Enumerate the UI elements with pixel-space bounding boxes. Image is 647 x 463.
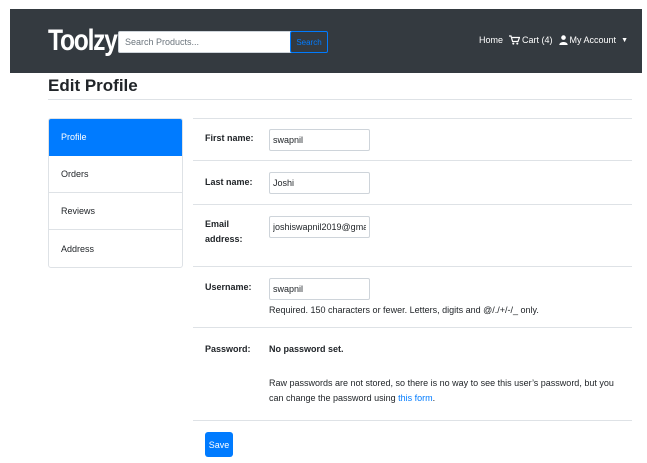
password-label: Password: bbox=[205, 344, 251, 354]
search-input[interactable] bbox=[118, 31, 296, 53]
user-icon bbox=[558, 35, 568, 45]
nav-cart-link[interactable]: Cart (4) bbox=[509, 35, 553, 45]
nav-account-label: My Account bbox=[569, 35, 617, 45]
sidebar-item-orders[interactable]: Orders bbox=[49, 156, 182, 193]
nav-account-dropdown[interactable]: My Account ▼ bbox=[558, 35, 628, 45]
last-name-row: Last name: bbox=[193, 160, 632, 204]
first-name-row: First name: bbox=[193, 118, 632, 160]
save-button[interactable]: Save bbox=[205, 432, 233, 457]
email-row: Email address: bbox=[193, 204, 632, 266]
sidebar-item-label: Orders bbox=[61, 169, 89, 179]
password-info-text: Raw passwords are not stored, so there i… bbox=[269, 378, 614, 403]
last-name-label: Last name: bbox=[205, 177, 253, 187]
nav-cart-label: Cart (4) bbox=[522, 35, 553, 45]
nav-home-label: Home bbox=[479, 35, 504, 45]
change-password-link[interactable]: this form bbox=[398, 393, 433, 403]
chevron-down-icon: ▼ bbox=[621, 36, 628, 44]
password-status: No password set. bbox=[269, 344, 344, 354]
search-button[interactable]: Search bbox=[290, 31, 328, 53]
username-row: Username: Required. 150 characters or fe… bbox=[193, 266, 632, 327]
password-info-end: . bbox=[432, 393, 436, 403]
username-help-text: Required. 150 characters or fewer. Lette… bbox=[269, 305, 539, 315]
last-name-field[interactable] bbox=[269, 172, 370, 194]
cart-icon bbox=[509, 35, 521, 45]
page-title: Edit Profile bbox=[48, 76, 138, 95]
form-bottom-divider bbox=[193, 420, 632, 421]
nav-home-link[interactable]: Home bbox=[479, 35, 503, 45]
nav-links: Home Cart (4) My Account ▼ bbox=[479, 35, 628, 45]
sidebar-item-label: Reviews bbox=[61, 206, 96, 216]
email-field[interactable] bbox=[269, 216, 370, 238]
password-info: Raw passwords are not stored, so there i… bbox=[269, 376, 629, 406]
username-field[interactable] bbox=[269, 278, 370, 300]
title-divider bbox=[48, 99, 632, 100]
sidebar-item-label: Profile bbox=[61, 132, 87, 142]
profile-sidebar: Profile Orders Reviews Address bbox=[48, 118, 183, 268]
brand-logo[interactable]: Toolzy bbox=[48, 25, 118, 57]
first-name-label: First name: bbox=[205, 133, 254, 143]
email-label-line1: Email bbox=[205, 219, 230, 229]
password-row: Password: No password set. Raw passwords… bbox=[193, 327, 632, 420]
username-label: Username: bbox=[205, 282, 252, 292]
sidebar-item-profile[interactable]: Profile bbox=[49, 119, 182, 156]
email-label-line2: address: bbox=[205, 234, 243, 244]
first-name-field[interactable] bbox=[269, 129, 370, 151]
sidebar-item-reviews[interactable]: Reviews bbox=[49, 193, 182, 230]
sidebar-item-address[interactable]: Address bbox=[49, 230, 182, 267]
sidebar-item-label: Address bbox=[61, 243, 95, 254]
top-navbar: Toolzy Search Home Cart (4) My Account ▼ bbox=[10, 9, 642, 73]
email-label: Email address: bbox=[205, 217, 243, 247]
